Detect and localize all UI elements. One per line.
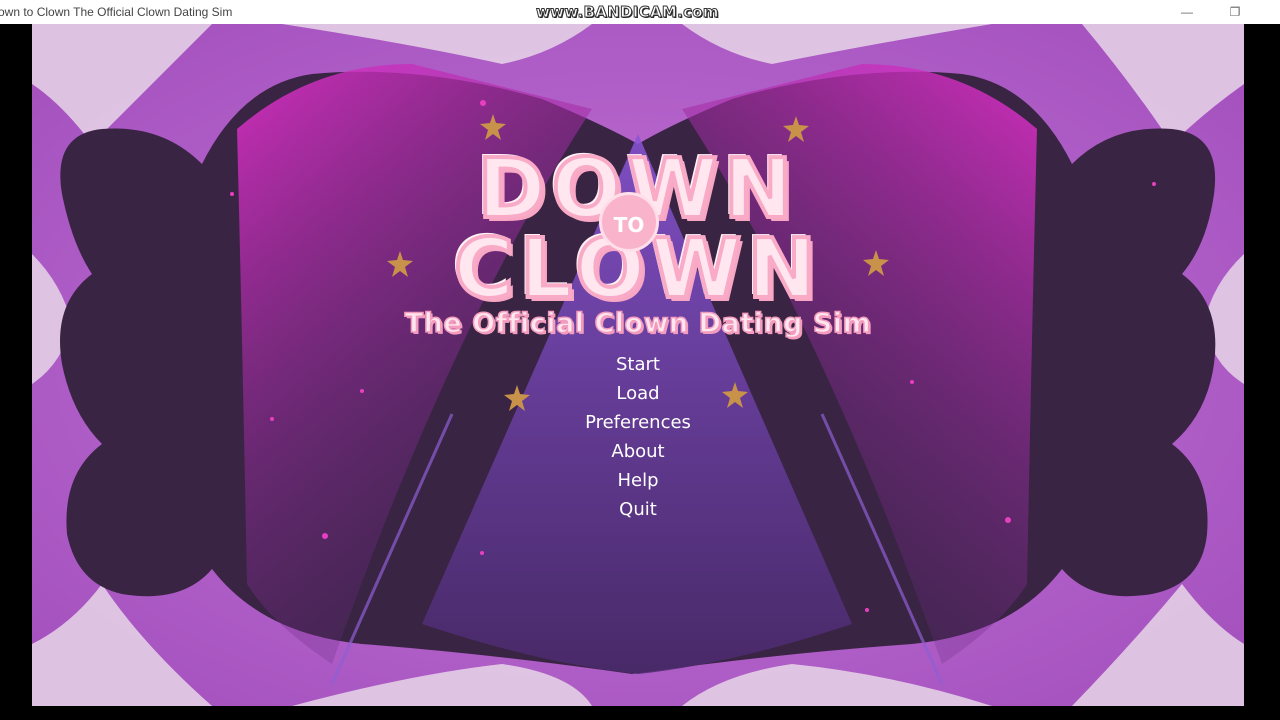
letterbox-right <box>1244 24 1280 720</box>
logo-subtitle: The Official Clown Dating Sim <box>404 307 872 340</box>
menu-about[interactable]: About <box>538 437 738 466</box>
main-menu: Start Load Preferences About Help Quit <box>32 350 1244 524</box>
window-title: own to Clown The Official Clown Dating S… <box>0 5 233 19</box>
logo-connector-to: TO <box>599 192 659 252</box>
restore-button[interactable]: ❐ <box>1212 0 1258 24</box>
menu-load[interactable]: Load <box>538 379 738 408</box>
menu-preferences[interactable]: Preferences <box>538 408 738 437</box>
menu-start[interactable]: Start <box>538 350 738 379</box>
letterbox-left <box>0 24 32 720</box>
menu-help[interactable]: Help <box>538 466 738 495</box>
bandicam-watermark: www.BANDICAM.com <box>536 3 720 22</box>
game-main-menu: DOWN CLOWN TO The Official Clown Dating … <box>32 24 1244 706</box>
menu-quit[interactable]: Quit <box>538 495 738 524</box>
minimize-button[interactable]: — <box>1164 0 1210 24</box>
window-titlebar: own to Clown The Official Clown Dating S… <box>0 0 1280 24</box>
